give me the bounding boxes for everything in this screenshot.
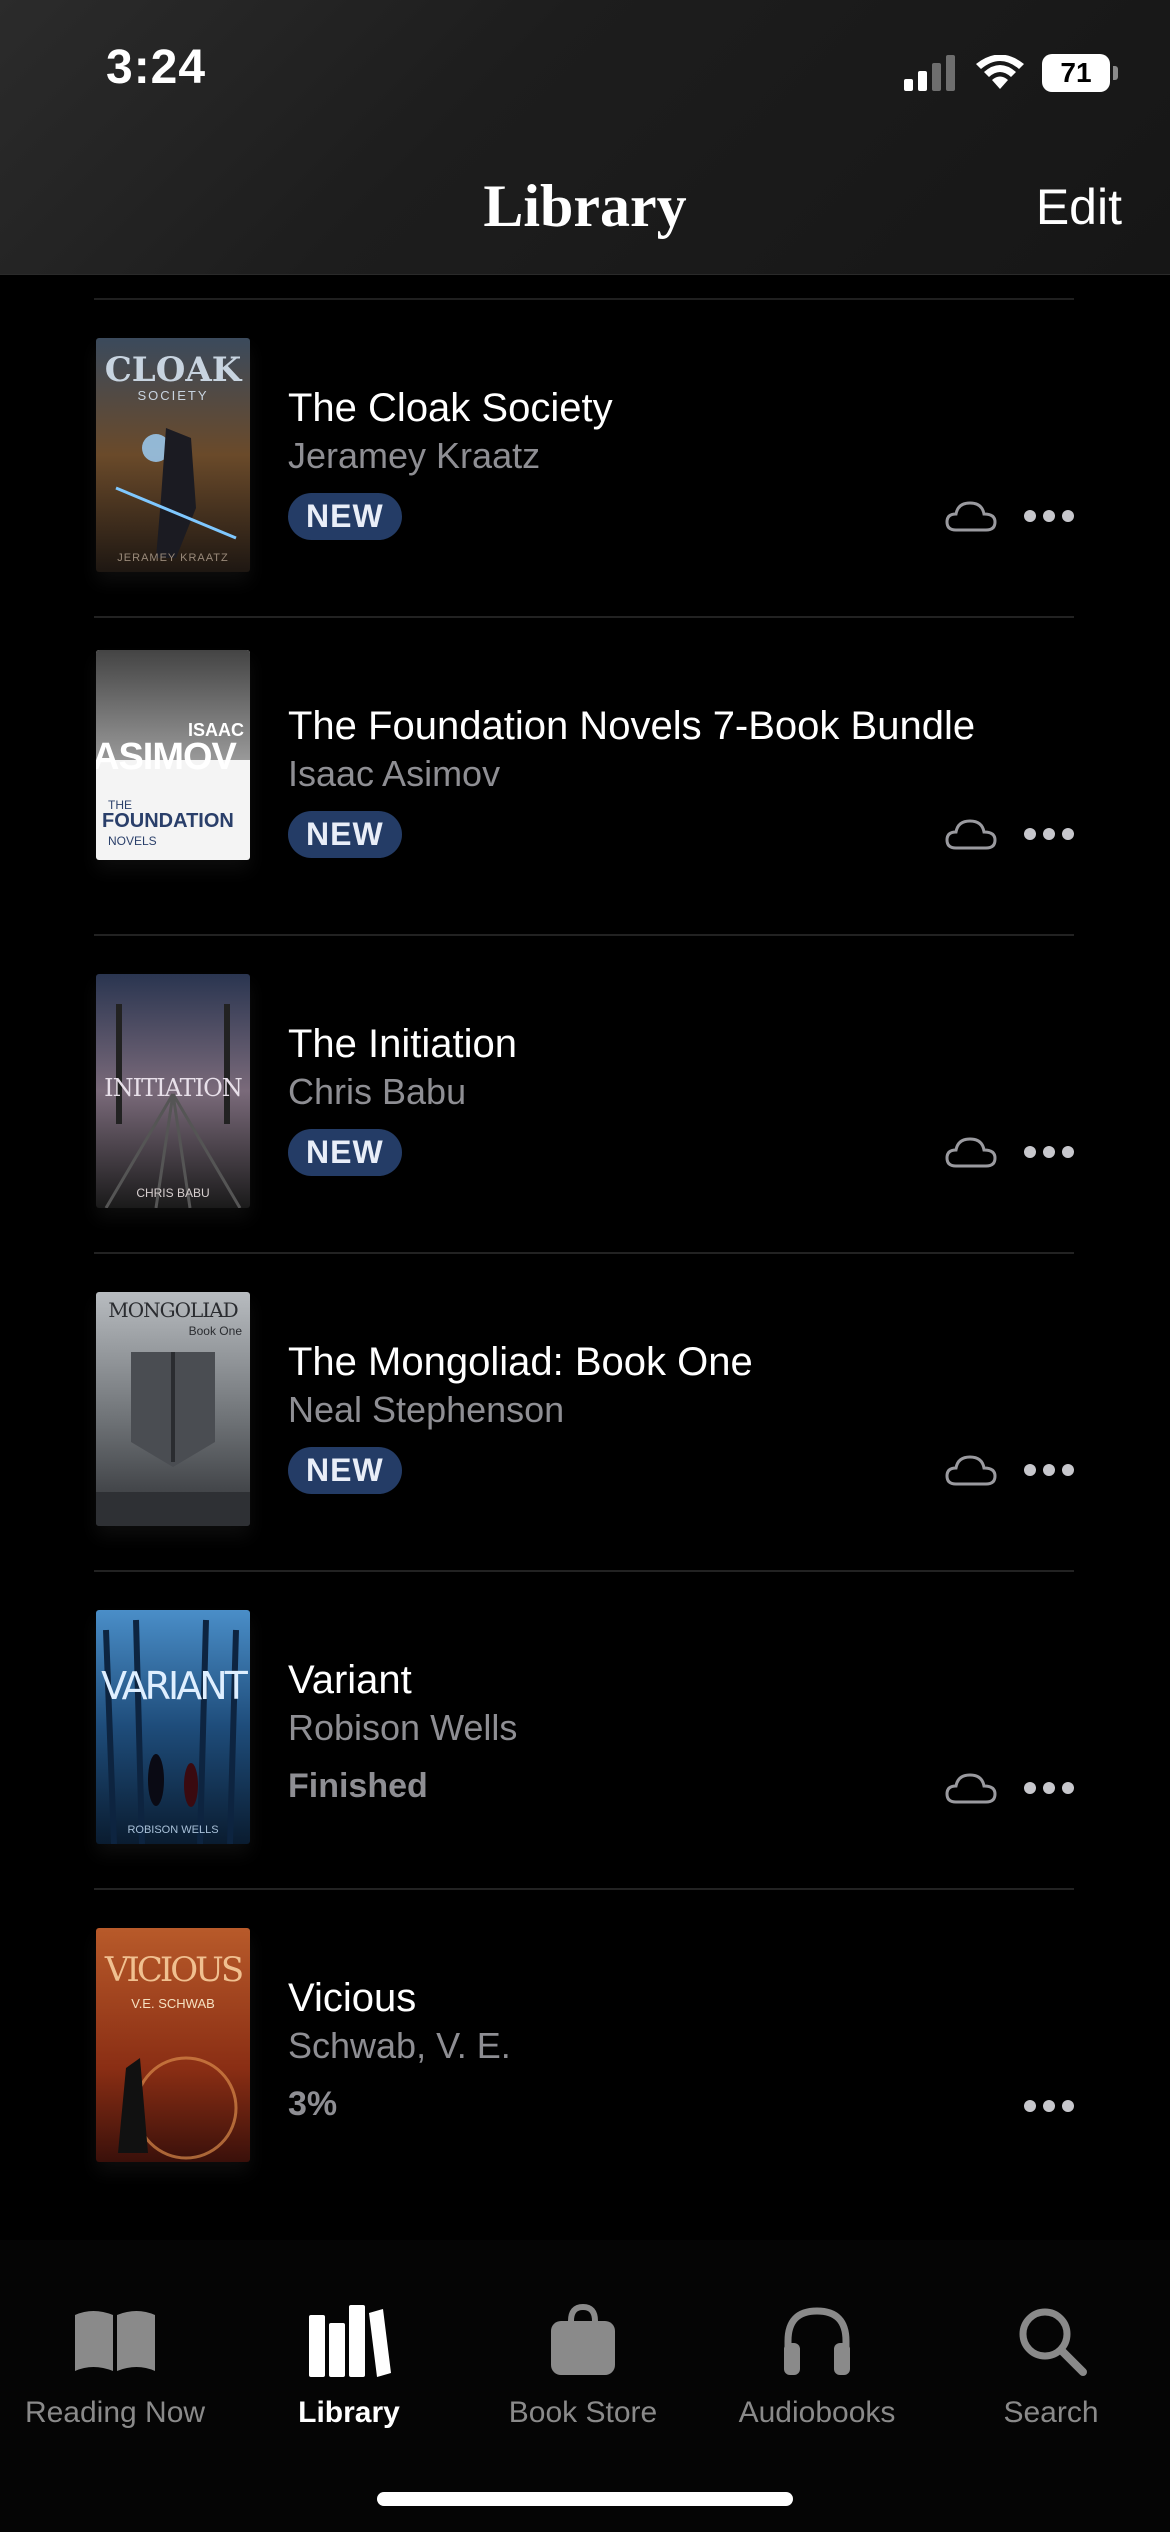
- tab-label: Search: [1003, 2396, 1099, 2429]
- cover-subtitle: SOCIETY: [137, 388, 209, 403]
- status-time: 3:24: [106, 41, 207, 94]
- cover-title: VICIOUS: [104, 1950, 244, 1990]
- more-options-button[interactable]: [1024, 1456, 1074, 1484]
- book-open-icon: [75, 2311, 155, 2371]
- tab-library[interactable]: Library: [234, 2300, 464, 2430]
- list-item[interactable]: VICIOUS V.E. SCHWAB Vicious Schwab, V. E…: [94, 1890, 1074, 2208]
- book-cover[interactable]: VARIANT ROBISON WELLS: [96, 1610, 250, 1844]
- cover-author: V.E. SCHWAB: [131, 1996, 215, 2011]
- book-cover[interactable]: CLOAK SOCIETY JERAMEY KRAATZ: [96, 338, 250, 572]
- home-indicator[interactable]: [377, 2492, 793, 2506]
- cloud-download-icon[interactable]: [944, 1132, 998, 1172]
- tab-reading-now[interactable]: Reading Now: [0, 2300, 230, 2430]
- new-badge: NEW: [288, 811, 402, 858]
- nav-header: 3:24 71 Library Edit: [0, 0, 1170, 275]
- cover-subtitle: Book One: [188, 1324, 242, 1338]
- tab-book-store[interactable]: Book Store: [468, 2300, 698, 2430]
- book-author: Schwab, V. E.: [288, 2025, 511, 2066]
- book-title: Variant: [288, 1658, 412, 1702]
- book-title: Vicious: [288, 1976, 417, 2020]
- cover-title: MONGOLIAD: [108, 1298, 238, 1322]
- list-item[interactable]: VARIANT ROBISON WELLS Variant Robison We…: [94, 1572, 1074, 1890]
- book-title: The Mongoliad: Book One: [288, 1340, 753, 1384]
- reading-status: Finished: [288, 1767, 428, 1805]
- more-options-button[interactable]: [1024, 1774, 1074, 1802]
- cover-author: CHRIS BABU: [136, 1186, 210, 1200]
- status-icons: 71: [904, 50, 1118, 96]
- new-badge: NEW: [288, 1447, 402, 1494]
- battery-indicator: 71: [1042, 54, 1118, 92]
- headphones-icon: [784, 2307, 850, 2375]
- book-cover[interactable]: ISAAC ASIMOV THE FOUNDATION NOVELS: [96, 650, 250, 860]
- cloud-download-icon[interactable]: [944, 814, 998, 854]
- tab-label: Audiobooks: [738, 2396, 896, 2429]
- cloud-download-icon[interactable]: [944, 496, 998, 536]
- book-author: Chris Babu: [288, 1071, 467, 1112]
- cover-name: ASIMOV: [96, 736, 237, 778]
- more-options-button[interactable]: [1024, 2092, 1074, 2120]
- tab-audiobooks[interactable]: Audiobooks: [702, 2300, 932, 2430]
- page-title: Library: [483, 173, 687, 239]
- tab-bar: Reading Now Library Book Store Audiobook…: [0, 2240, 1170, 2532]
- library-icon: [309, 2305, 391, 2377]
- tab-label: Book Store: [508, 2396, 658, 2429]
- book-author: Jeramey Kraatz: [288, 435, 541, 476]
- more-options-button[interactable]: [1024, 1138, 1074, 1166]
- reading-progress: 3%: [288, 2085, 338, 2123]
- list-item[interactable]: INITIATION CHRIS BABU The Initiation Chr…: [94, 936, 1074, 1254]
- more-options-button[interactable]: [1024, 502, 1074, 530]
- library-list[interactable]: CLOAK SOCIETY JERAMEY KRAATZ The Cloak S…: [0, 274, 1170, 2240]
- wifi-icon: [976, 55, 1024, 89]
- cloud-download-icon[interactable]: [944, 1450, 998, 1490]
- shopping-bag-icon: [551, 2303, 615, 2375]
- tab-label: Reading Now: [24, 2396, 206, 2429]
- cover-title: CLOAK: [104, 350, 242, 390]
- book-title: The Foundation Novels 7-Book Bundle: [288, 704, 976, 748]
- list-item[interactable]: CLOAK SOCIETY JERAMEY KRAATZ The Cloak S…: [94, 300, 1074, 618]
- tab-label: Library: [298, 2396, 400, 2429]
- book-author: Isaac Asimov: [288, 753, 501, 794]
- cover-title: INITIATION: [104, 1074, 243, 1102]
- search-icon: [1019, 2308, 1087, 2376]
- cover-main: FOUNDATION: [102, 810, 234, 832]
- book-title: The Cloak Society: [288, 386, 613, 430]
- signal-icon: [904, 55, 955, 91]
- book-cover[interactable]: VICIOUS V.E. SCHWAB: [96, 1928, 250, 2162]
- cloud-download-icon[interactable]: [944, 1768, 998, 1808]
- book-cover[interactable]: MONGOLIAD Book One: [96, 1292, 250, 1526]
- more-options-button[interactable]: [1024, 820, 1074, 848]
- cover-title: VARIANT: [101, 1664, 248, 1708]
- edit-button[interactable]: Edit: [1036, 178, 1122, 236]
- book-cover[interactable]: INITIATION CHRIS BABU: [96, 974, 250, 1208]
- list-item[interactable]: ISAAC ASIMOV THE FOUNDATION NOVELS The F…: [94, 618, 1074, 936]
- cover-sub: NOVELS: [108, 834, 157, 848]
- cover-author: JERAMEY KRAATZ: [117, 552, 229, 564]
- book-title: The Initiation: [288, 1022, 518, 1066]
- book-author: Neal Stephenson: [288, 1389, 565, 1430]
- new-badge: NEW: [288, 493, 402, 540]
- new-badge: NEW: [288, 1129, 402, 1176]
- list-item[interactable]: MONGOLIAD Book One The Mongoliad: Book O…: [94, 1254, 1074, 1572]
- book-author: Robison Wells: [288, 1707, 518, 1748]
- tab-search[interactable]: Search: [936, 2300, 1166, 2430]
- cover-author: ROBISON WELLS: [127, 1824, 219, 1836]
